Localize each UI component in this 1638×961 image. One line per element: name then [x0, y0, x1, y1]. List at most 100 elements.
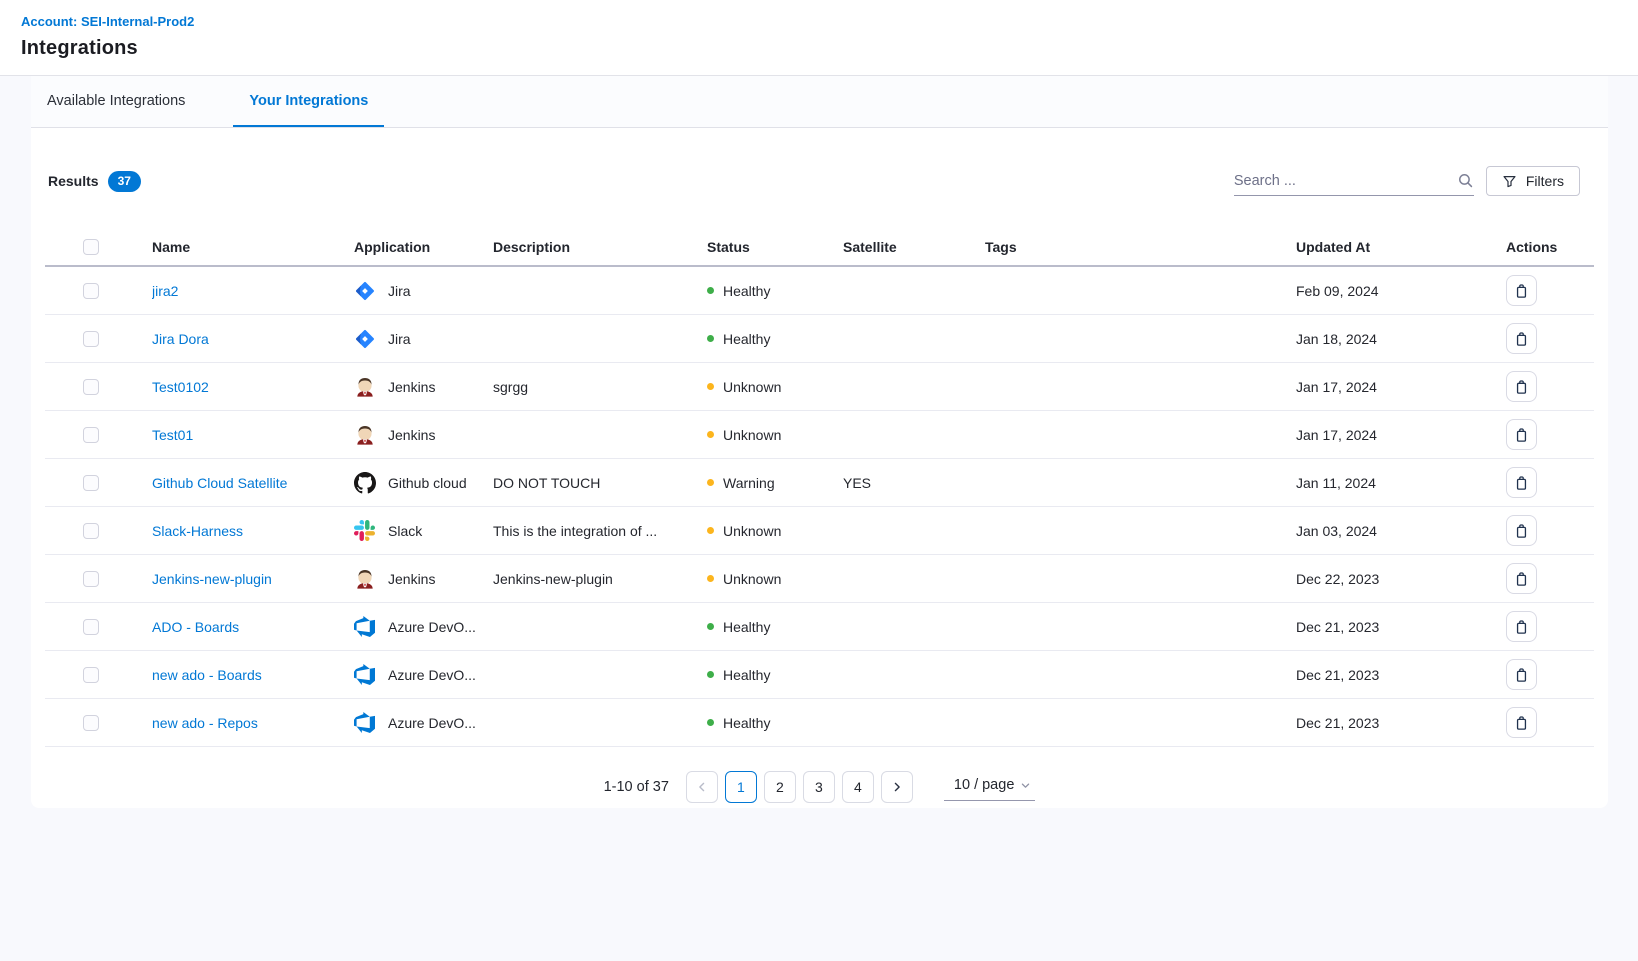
page-size-select[interactable]: 10 / page: [944, 773, 1035, 801]
integrations-table: Name Application Description Status Sate…: [45, 228, 1594, 747]
delete-button[interactable]: [1506, 419, 1537, 450]
column-header-status: Status: [707, 239, 843, 255]
table-row: Jira Dora Jira Healthy Jan 18, 2024: [45, 315, 1594, 363]
status-text: Unknown: [723, 379, 781, 395]
trash-icon: [1514, 619, 1529, 635]
status-text: Healthy: [723, 619, 770, 635]
delete-button[interactable]: [1506, 563, 1537, 594]
tab-bar: Available Integrations Your Integrations: [31, 76, 1608, 128]
table-row: Slack-Harness Slack This is the integrat…: [45, 507, 1594, 555]
azuredevops-icon: [354, 712, 376, 734]
application-label: Jenkins: [388, 379, 435, 395]
chevron-down-icon: [1020, 780, 1031, 791]
row-checkbox[interactable]: [83, 379, 99, 395]
status-dot: [707, 335, 714, 342]
pagination-range-label: 1-10 of 37: [604, 779, 669, 795]
table-row: Github Cloud Satellite Github cloud DO N…: [45, 459, 1594, 507]
row-checkbox[interactable]: [83, 667, 99, 683]
delete-button[interactable]: [1506, 323, 1537, 354]
application-label: Jira: [388, 283, 411, 299]
integration-name-link[interactable]: Test0102: [152, 379, 209, 395]
tab-available-integrations[interactable]: Available Integrations: [31, 76, 201, 127]
tab-your-integrations[interactable]: Your Integrations: [233, 76, 384, 127]
delete-button[interactable]: [1506, 707, 1537, 738]
row-checkbox[interactable]: [83, 475, 99, 491]
trash-icon: [1514, 283, 1529, 299]
integration-name-link[interactable]: Jenkins-new-plugin: [152, 571, 272, 587]
row-checkbox[interactable]: [83, 715, 99, 731]
updated-at-value: Jan 18, 2024: [1296, 331, 1377, 347]
status-dot: [707, 527, 714, 534]
integration-name-link[interactable]: jira2: [152, 283, 178, 299]
delete-button[interactable]: [1506, 515, 1537, 546]
pagination-page-4[interactable]: 4: [842, 771, 874, 803]
row-checkbox[interactable]: [83, 283, 99, 299]
integration-name-link[interactable]: Jira Dora: [152, 331, 209, 347]
description-text: Jenkins-new-plugin: [493, 571, 613, 587]
integrations-panel: Results 37 Filters: [31, 128, 1608, 808]
column-header-satellite: Satellite: [843, 239, 985, 255]
description-text: sgrgg: [493, 379, 528, 395]
chevron-left-icon: [695, 780, 709, 794]
status-text: Healthy: [723, 715, 770, 731]
row-checkbox[interactable]: [83, 331, 99, 347]
results-label: Results: [48, 173, 99, 189]
row-checkbox[interactable]: [83, 427, 99, 443]
pagination-page-1[interactable]: 1: [725, 771, 757, 803]
integration-name-link[interactable]: Slack-Harness: [152, 523, 243, 539]
table-row: jira2 Jira Healthy Feb 09, 2024: [45, 267, 1594, 315]
updated-at-value: Dec 21, 2023: [1296, 667, 1379, 683]
jenkins-icon: [354, 568, 376, 590]
jira-icon: [354, 280, 376, 302]
chevron-right-icon: [890, 780, 904, 794]
integration-name-link[interactable]: Github Cloud Satellite: [152, 475, 287, 491]
filters-button[interactable]: Filters: [1486, 166, 1580, 196]
updated-at-value: Dec 21, 2023: [1296, 715, 1379, 731]
status-dot: [707, 479, 714, 486]
integration-name-link[interactable]: new ado - Repos: [152, 715, 258, 731]
application-label: Jenkins: [388, 571, 435, 587]
delete-button[interactable]: [1506, 371, 1537, 402]
filters-button-label: Filters: [1526, 173, 1564, 189]
delete-button[interactable]: [1506, 611, 1537, 642]
table-row: Jenkins-new-plugin Jenkins Jenkins-new-p…: [45, 555, 1594, 603]
column-header-name: Name: [152, 239, 354, 255]
table-body: jira2 Jira Healthy Feb 09, 2024: [45, 267, 1594, 747]
row-checkbox[interactable]: [83, 571, 99, 587]
status-dot: [707, 431, 714, 438]
pagination-prev-button[interactable]: [686, 771, 718, 803]
delete-button[interactable]: [1506, 275, 1537, 306]
account-link[interactable]: Account: SEI-Internal-Prod2: [21, 14, 194, 29]
application-label: Azure DevO...: [388, 715, 476, 731]
status-text: Warning: [723, 475, 775, 491]
integration-name-link[interactable]: ADO - Boards: [152, 619, 239, 635]
application-label: Azure DevO...: [388, 619, 476, 635]
pagination-page-3[interactable]: 3: [803, 771, 835, 803]
updated-at-value: Jan 11, 2024: [1296, 475, 1376, 491]
trash-icon: [1514, 523, 1529, 539]
jira-icon: [354, 328, 376, 350]
github-icon: [354, 472, 376, 494]
toolbar: Results 37 Filters: [31, 128, 1608, 196]
delete-button[interactable]: [1506, 467, 1537, 498]
integration-name-link[interactable]: new ado - Boards: [152, 667, 262, 683]
application-label: Azure DevO...: [388, 667, 476, 683]
updated-at-value: Jan 17, 2024: [1296, 427, 1377, 443]
description-text: This is the integration of ...: [493, 523, 657, 539]
trash-icon: [1514, 427, 1529, 443]
pagination-next-button[interactable]: [881, 771, 913, 803]
search-input[interactable]: [1234, 173, 1457, 189]
row-checkbox[interactable]: [83, 523, 99, 539]
column-header-actions: Actions: [1506, 239, 1594, 255]
updated-at-value: Feb 09, 2024: [1296, 283, 1379, 299]
page-title: Integrations: [21, 37, 1638, 60]
select-all-checkbox[interactable]: [83, 239, 99, 255]
pagination-page-2[interactable]: 2: [764, 771, 796, 803]
integration-name-link[interactable]: Test01: [152, 427, 193, 443]
column-header-description: Description: [493, 239, 707, 255]
row-checkbox[interactable]: [83, 619, 99, 635]
status-text: Healthy: [723, 667, 770, 683]
trash-icon: [1514, 667, 1529, 683]
delete-button[interactable]: [1506, 659, 1537, 690]
slack-icon: [354, 520, 376, 542]
